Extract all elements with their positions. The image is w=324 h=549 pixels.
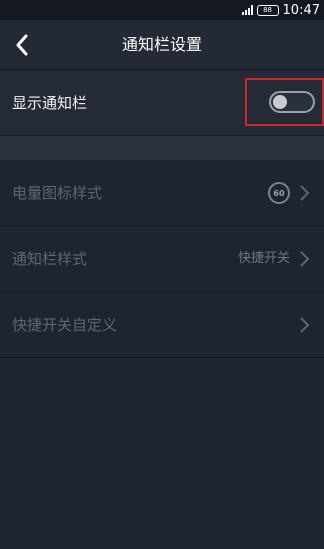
battery-icon-style-label: 电量图标样式: [12, 184, 103, 202]
quick-switch-custom-row[interactable]: 快捷开关自定义: [0, 292, 324, 358]
page-title: 通知栏设置: [121, 35, 202, 54]
status-bar: 88 10:47: [0, 0, 324, 20]
chevron-right-icon: [300, 251, 310, 267]
chevron-right-icon: [300, 185, 310, 201]
show-notification-bar-label: 显示通知栏: [12, 94, 88, 112]
signal-icon: [241, 5, 253, 15]
show-notification-bar-row[interactable]: 显示通知栏: [0, 70, 324, 136]
show-notification-bar-toggle[interactable]: [269, 91, 315, 113]
battery-icon-style-row[interactable]: 电量图标样式 60: [0, 160, 324, 226]
quick-switch-custom-label: 快捷开关自定义: [12, 316, 118, 334]
clock: 10:47: [282, 2, 320, 18]
notification-bar-style-label: 通知栏样式: [12, 250, 88, 268]
section-divider: [0, 136, 324, 160]
battery-level-badge-icon: 60: [268, 182, 290, 204]
notification-bar-style-value: 快捷开关: [237, 251, 290, 266]
chevron-right-icon: [300, 317, 310, 333]
title-bar: 通知栏设置: [0, 20, 324, 70]
toggle-knob: [273, 95, 287, 109]
settings-list: 电量图标样式 60 通知栏样式 快捷开关 快捷开关自定义: [0, 160, 324, 358]
battery-icon: 88: [256, 4, 279, 16]
notification-bar-style-row[interactable]: 通知栏样式 快捷开关: [0, 226, 324, 292]
